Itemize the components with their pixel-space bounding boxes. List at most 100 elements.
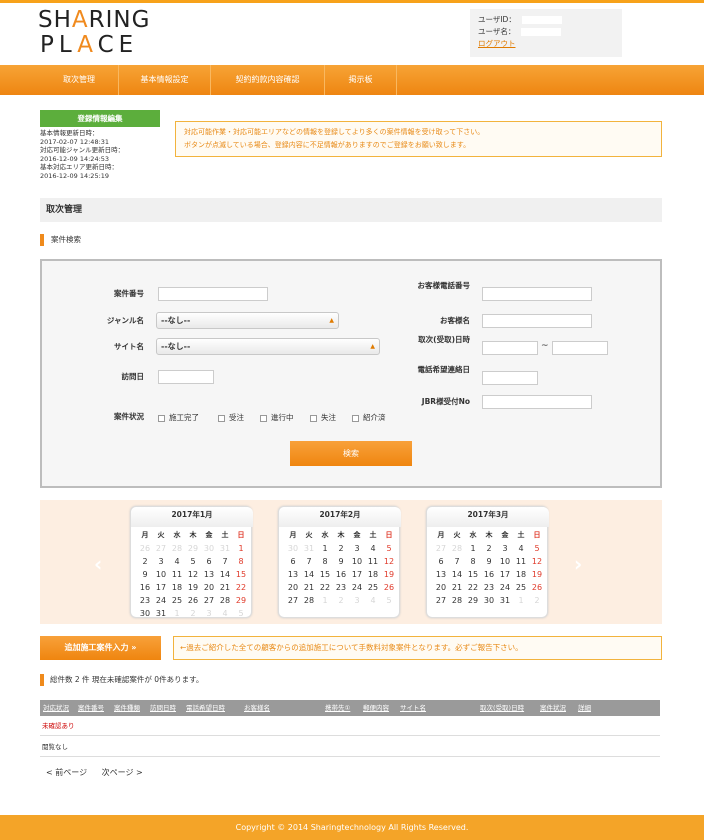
calendar-day[interactable]: 29 bbox=[233, 594, 249, 607]
calendar-day[interactable]: 3 bbox=[497, 542, 513, 555]
calendar-day[interactable]: 2 bbox=[481, 542, 497, 555]
nav-item-board[interactable]: 掲示板 bbox=[325, 65, 397, 95]
calendar-day[interactable]: 7 bbox=[449, 555, 465, 568]
col-header[interactable]: 郵便内容 bbox=[363, 700, 389, 716]
calendar-day[interactable]: 12 bbox=[381, 555, 397, 568]
site-select[interactable]: --なし-- ▲ bbox=[156, 338, 380, 355]
calendar-day[interactable]: 8 bbox=[317, 555, 333, 568]
calendar-day[interactable]: 12 bbox=[529, 555, 545, 568]
callback-date-input[interactable] bbox=[482, 371, 538, 385]
calendar-day[interactable]: 23 bbox=[333, 581, 349, 594]
calendar-day[interactable]: 4 bbox=[365, 542, 381, 555]
calendar-day[interactable]: 8 bbox=[233, 555, 249, 568]
calendar-day[interactable]: 16 bbox=[333, 568, 349, 581]
calendar-day[interactable]: 11 bbox=[365, 555, 381, 568]
calendar-day[interactable]: 20 bbox=[285, 581, 301, 594]
calendar-day[interactable]: 24 bbox=[153, 594, 169, 607]
calendar-day[interactable]: 22 bbox=[317, 581, 333, 594]
calendar-day[interactable]: 19 bbox=[381, 568, 397, 581]
calendar-day[interactable]: 6 bbox=[285, 555, 301, 568]
calendar-day[interactable]: 24 bbox=[497, 581, 513, 594]
calendar-day[interactable]: 1 bbox=[465, 542, 481, 555]
calendar-day[interactable]: 3 bbox=[349, 542, 365, 555]
calendar-day[interactable]: 13 bbox=[433, 568, 449, 581]
calendar-day[interactable]: 28 bbox=[217, 594, 233, 607]
calendar-day[interactable]: 4 bbox=[513, 542, 529, 555]
calendar-day[interactable]: 22 bbox=[233, 581, 249, 594]
sharing-place-logo[interactable]: SHARING PLACE bbox=[38, 8, 158, 57]
calendar-day[interactable]: 30 bbox=[481, 594, 497, 607]
calendar-day[interactable]: 13 bbox=[201, 568, 217, 581]
calendar-day[interactable]: 20 bbox=[433, 581, 449, 594]
calendar-day[interactable]: 18 bbox=[169, 581, 185, 594]
nav-item-basic-settings[interactable]: 基本情報設定 bbox=[119, 65, 211, 95]
calendar-day[interactable]: 23 bbox=[137, 594, 153, 607]
col-header[interactable]: 案件状況 bbox=[540, 700, 566, 716]
calendar-day[interactable]: 1 bbox=[233, 542, 249, 555]
calendar-day[interactable]: 21 bbox=[217, 581, 233, 594]
calendar-day[interactable]: 25 bbox=[169, 594, 185, 607]
calendar-day[interactable]: 1 bbox=[317, 542, 333, 555]
genre-select[interactable]: --なし-- ▲ bbox=[156, 312, 339, 329]
jbr-input[interactable] bbox=[482, 395, 592, 409]
logout-link[interactable]: ログアウト bbox=[478, 39, 516, 48]
table-row[interactable]: 閲覧なし bbox=[40, 737, 660, 757]
add-construction-button[interactable]: 追加施工案件入力 » bbox=[40, 636, 161, 660]
calendar-day[interactable]: 16 bbox=[481, 568, 497, 581]
calendar-day[interactable]: 4 bbox=[169, 555, 185, 568]
calendar-day[interactable]: 30 bbox=[137, 607, 153, 620]
calendar-day[interactable]: 27 bbox=[201, 594, 217, 607]
nav-item-contract-terms[interactable]: 契約約款内容確認 bbox=[211, 65, 325, 95]
status-checkbox-in-progress[interactable]: 進行中 bbox=[260, 412, 294, 423]
prev-month-arrow-icon[interactable]: ‹ bbox=[94, 552, 102, 576]
calendar-day[interactable]: 14 bbox=[301, 568, 317, 581]
calendar-day[interactable]: 19 bbox=[529, 568, 545, 581]
calendar-day[interactable]: 10 bbox=[497, 555, 513, 568]
col-header[interactable]: 案件番号 bbox=[78, 700, 104, 716]
next-page-link[interactable]: 次ページ > bbox=[102, 768, 143, 777]
calendar-day[interactable]: 22 bbox=[465, 581, 481, 594]
calendar-day[interactable]: 26 bbox=[381, 581, 397, 594]
calendar-day[interactable]: 9 bbox=[333, 555, 349, 568]
nav-item-order-management[interactable]: 取次管理 bbox=[40, 65, 119, 95]
calendar-day[interactable]: 15 bbox=[317, 568, 333, 581]
col-header[interactable]: 取次(受取)日時 bbox=[480, 700, 524, 716]
calendar-day[interactable]: 11 bbox=[169, 568, 185, 581]
calendar-day[interactable]: 10 bbox=[349, 555, 365, 568]
col-header[interactable]: 対応状況 bbox=[43, 700, 69, 716]
calendar-day[interactable]: 16 bbox=[137, 581, 153, 594]
calendar-day[interactable]: 23 bbox=[481, 581, 497, 594]
col-header[interactable]: 案件種類 bbox=[114, 700, 140, 716]
calendar-day[interactable]: 26 bbox=[529, 581, 545, 594]
calendar-day[interactable]: 5 bbox=[185, 555, 201, 568]
calendar-day[interactable]: 2 bbox=[333, 542, 349, 555]
calendar-day[interactable]: 5 bbox=[529, 542, 545, 555]
col-header[interactable]: 携帯先① bbox=[325, 700, 350, 716]
calendar-day[interactable]: 15 bbox=[465, 568, 481, 581]
calendar-day[interactable]: 31 bbox=[153, 607, 169, 620]
order-date-to-input[interactable] bbox=[552, 341, 608, 355]
calendar-day[interactable]: 7 bbox=[217, 555, 233, 568]
calendar-day[interactable]: 17 bbox=[497, 568, 513, 581]
calendar-day[interactable]: 17 bbox=[349, 568, 365, 581]
calendar-day[interactable]: 6 bbox=[201, 555, 217, 568]
calendar-day[interactable]: 7 bbox=[301, 555, 317, 568]
calendar-day[interactable]: 21 bbox=[301, 581, 317, 594]
status-checkbox-ordered[interactable]: 受注 bbox=[218, 412, 244, 423]
col-header[interactable]: サイト名 bbox=[400, 700, 426, 716]
calendar-day[interactable]: 20 bbox=[201, 581, 217, 594]
table-row[interactable]: 未確認あり bbox=[40, 716, 660, 736]
calendar-day[interactable]: 18 bbox=[513, 568, 529, 581]
calendar-day[interactable]: 11 bbox=[513, 555, 529, 568]
col-header[interactable]: 詳細 bbox=[578, 700, 591, 716]
phone-input[interactable] bbox=[482, 287, 592, 301]
calendar-day[interactable]: 28 bbox=[301, 594, 317, 607]
calendar-day[interactable]: 5 bbox=[381, 542, 397, 555]
calendar-day[interactable]: 24 bbox=[349, 581, 365, 594]
col-header[interactable]: お客様名 bbox=[244, 700, 270, 716]
calendar-day[interactable]: 3 bbox=[153, 555, 169, 568]
status-checkbox-completed[interactable]: 施工完了 bbox=[158, 412, 199, 423]
calendar-day[interactable]: 27 bbox=[433, 594, 449, 607]
status-checkbox-lost[interactable]: 失注 bbox=[310, 412, 336, 423]
calendar-day[interactable]: 17 bbox=[153, 581, 169, 594]
